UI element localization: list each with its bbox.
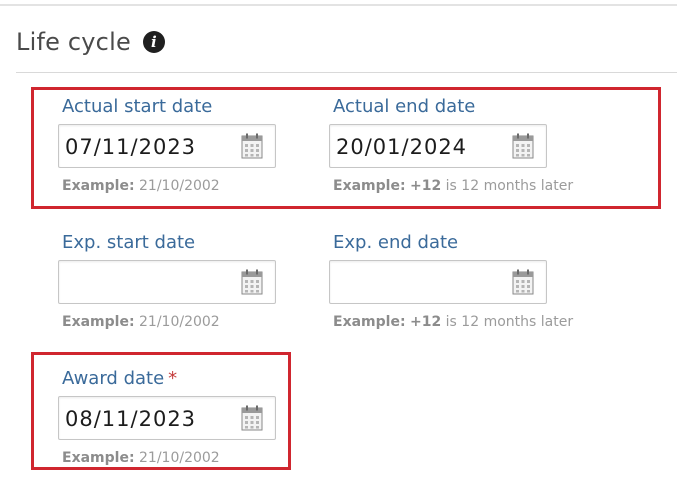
exp-end-date-label: Exp. end date [333,232,459,253]
info-icon[interactable]: i [142,31,165,53]
section-title: Life cycle [16,28,131,56]
actual-dates-highlight [31,87,661,209]
section-header: Life cycle i [16,28,165,56]
exp-start-date-example: Example: 21/10/2002 [62,314,220,330]
top-divider [0,4,677,6]
exp-start-date-input[interactable] [58,260,276,304]
exp-end-date-input[interactable] [329,260,547,304]
award-date-highlight [31,352,291,470]
section-divider [16,72,677,73]
calendar-icon[interactable] [241,269,263,295]
exp-start-date-label: Exp. start date [62,232,196,253]
calendar-icon[interactable] [512,269,534,295]
exp-end-date-example: Example: +12 is 12 months later [333,314,574,330]
